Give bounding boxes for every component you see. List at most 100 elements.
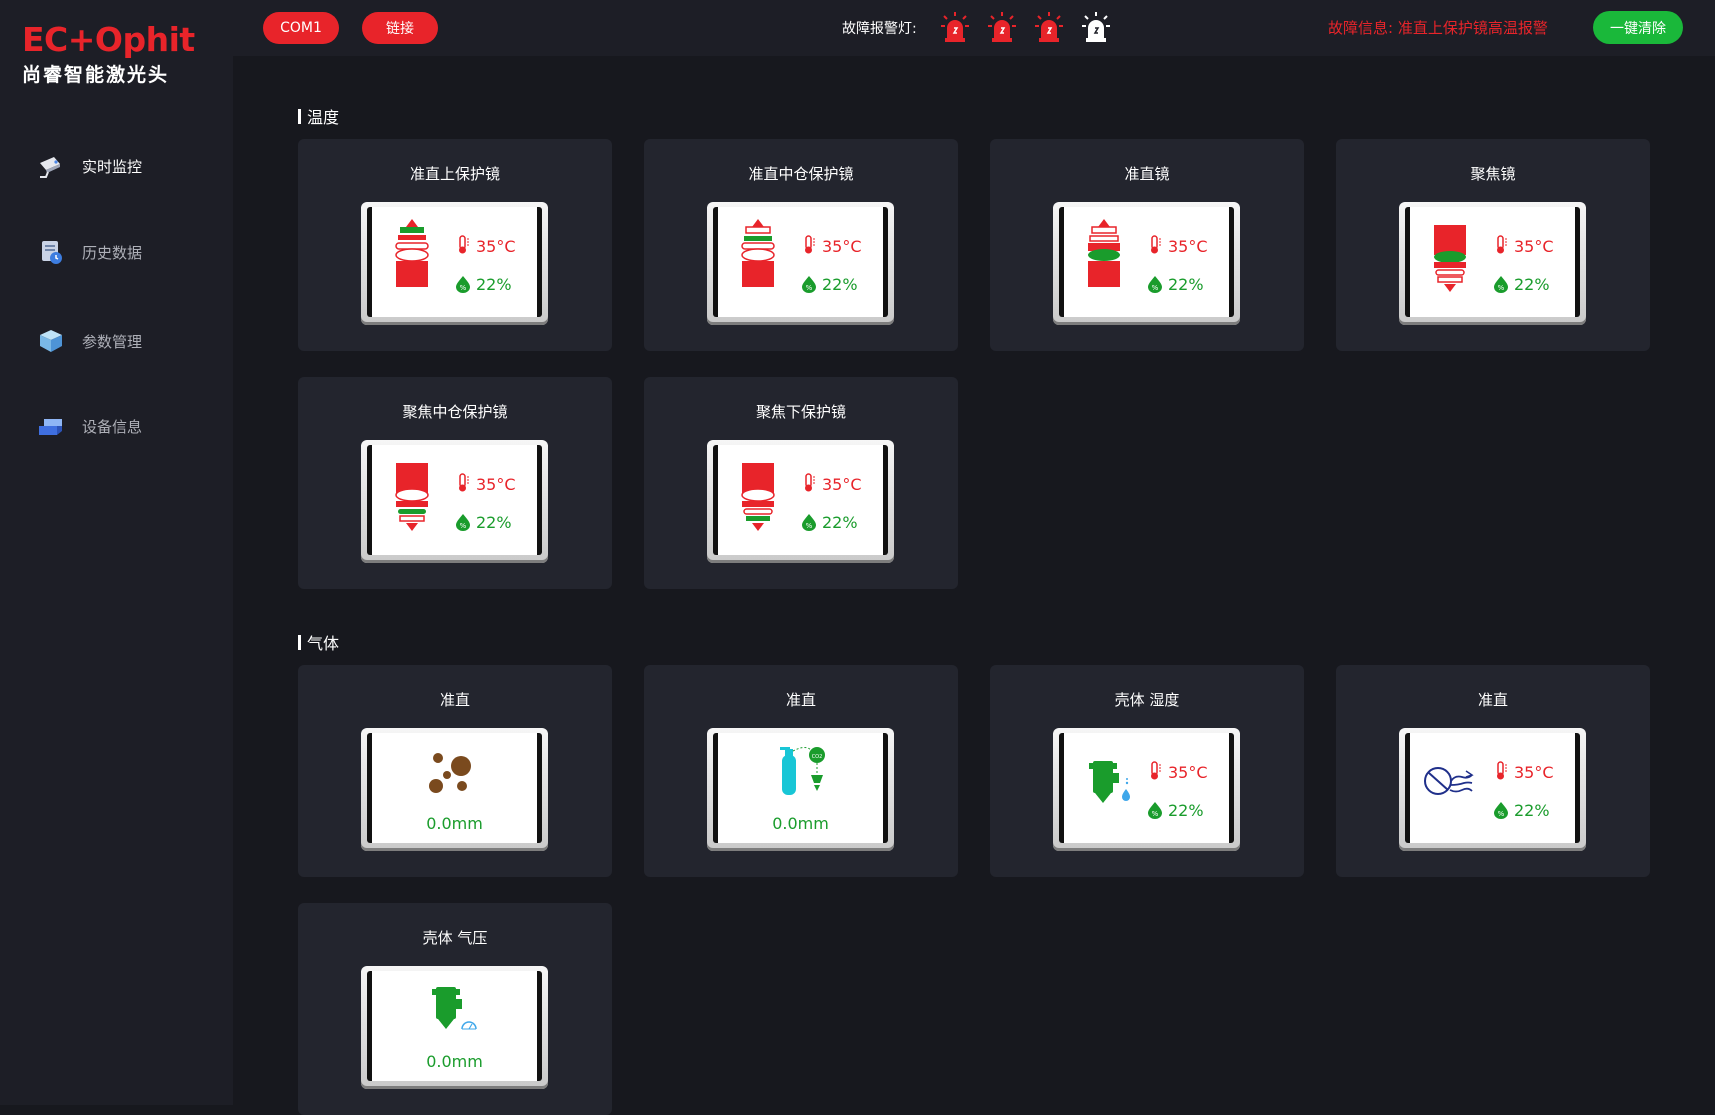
monitor-frame: 35°C % 22% <box>361 440 548 563</box>
monitor-frame: 35°C % 22% <box>707 440 894 563</box>
monitor-frame: 35°C % 22% <box>1053 728 1240 851</box>
com-port-button[interactable]: COM1 <box>263 12 339 44</box>
temperature-value: 35°C <box>822 475 862 494</box>
svg-text:%: % <box>460 522 467 530</box>
svg-text:CO2: CO2 <box>812 754 823 760</box>
alarm-lamp-icon <box>988 12 1016 42</box>
card-title: 壳体 气压 <box>422 929 488 947</box>
thermometer-icon <box>805 473 815 492</box>
monitor-screen: 35°C % 22% <box>1059 207 1234 317</box>
fault-info-text: 故障信息: 准直上保护镜高温报警 <box>1328 19 1548 37</box>
humidity-drop-icon: % <box>802 276 816 293</box>
card-title: 准直 <box>785 691 816 709</box>
thermometer-icon <box>1151 761 1161 780</box>
sidebar-item-label: 设备信息 <box>82 417 143 436</box>
section-marker <box>298 634 301 650</box>
card-title: 准直 <box>1477 691 1508 709</box>
monitor-screen: 35°C % 22% <box>1059 733 1234 843</box>
card-title: 聚焦下保护镜 <box>755 403 846 421</box>
temperature-value: 35°C <box>1514 763 1554 782</box>
monitor-screen: 0.0mm <box>367 971 542 1081</box>
section-marker <box>298 108 301 124</box>
humidity-value: 22% <box>1168 801 1204 820</box>
sidebar-item-label: 参数管理 <box>82 332 143 351</box>
monitor-frame: 35°C % 22% <box>1053 202 1240 325</box>
monitor-frame: CO2 0.0mm <box>707 728 894 851</box>
sensor-card-collimator-airflow[interactable]: 准直 35°C % 22% <box>1336 665 1650 877</box>
monitor-screen: 0.0mm <box>367 733 542 843</box>
thermometer-icon <box>805 235 815 254</box>
focus-bottom-lens-icon <box>741 463 775 531</box>
sensor-card-focus-mid-lens[interactable]: 聚焦中仓保护镜 35°C % 22% <box>298 377 612 589</box>
sidebar-item-history-data[interactable]: 历史数据 <box>36 232 216 272</box>
card-title: 准直镜 <box>1124 165 1170 183</box>
connect-button[interactable]: 链接 <box>362 12 438 44</box>
humidity-drop-icon: % <box>1494 802 1508 819</box>
card-title: 聚焦镜 <box>1470 165 1516 183</box>
sidebar-item-label: 实时监控 <box>82 157 143 176</box>
housing-humidity-icon <box>1089 761 1130 803</box>
temperature-value: 35°C <box>1514 237 1554 256</box>
card-title: 准直中仓保护镜 <box>748 165 854 183</box>
sidebar-item-parameter-management[interactable]: 参数管理 <box>36 321 216 361</box>
monitor-screen: 35°C % 22% <box>713 445 888 555</box>
monitor-screen: CO2 0.0mm <box>713 733 888 843</box>
sidebar-item-device-info[interactable]: 设备信息 <box>36 406 216 446</box>
monitor-frame: 0.0mm <box>361 966 548 1089</box>
thermometer-icon <box>1151 235 1161 254</box>
monitor-screen: 35°C % 22% <box>367 445 542 555</box>
humidity-drop-icon: % <box>1148 276 1162 293</box>
monitor-frame: 35°C % 22% <box>1399 202 1586 325</box>
monitor-screen: 35°C % 22% <box>713 207 888 317</box>
sidebar: EC+Ophit 尚睿智能激光头 实时监控 历史数据 参数管理 设备信息 <box>0 0 233 1105</box>
section-title-label: 温度 <box>307 108 340 127</box>
humidity-value: 22% <box>476 513 512 532</box>
humidity-value: 22% <box>1514 275 1550 294</box>
sensor-card-collimator-lens[interactable]: 准直镜 35°C % 22% <box>990 139 1304 351</box>
humidity-drop-icon: % <box>802 514 816 531</box>
monitor-frame: 35°C % 22% <box>361 202 548 325</box>
humidity-drop-icon: % <box>1494 276 1508 293</box>
brand-logo: EC+Ophit 尚睿智能激光头 <box>22 20 208 94</box>
svg-text:%: % <box>806 284 813 292</box>
sensor-card-collimator-mid-lens[interactable]: 准直中仓保护镜 35°C % 22% <box>644 139 958 351</box>
monitor-frame: 35°C % 22% <box>1399 728 1586 851</box>
thermometer-icon <box>1497 235 1507 254</box>
history-icon <box>36 237 66 267</box>
fan-airflow-icon <box>1424 767 1474 795</box>
measurement-value: 0.0mm <box>426 814 483 833</box>
top-bar: COM1 链接 故障报警灯: 故障信息: 准直上保护镜高温报警 一键清除 <box>233 0 1715 56</box>
card-title: 准直 <box>439 691 470 709</box>
sensor-card-housing-humidity[interactable]: 壳体 湿度 35°C % 22% <box>990 665 1304 877</box>
sensor-card-collimator-top-lens[interactable]: 准直上保护镜 35°C % 22% <box>298 139 612 351</box>
temperature-value: 35°C <box>822 237 862 256</box>
svg-text:%: % <box>1498 284 1505 292</box>
temperature-value: 35°C <box>1168 763 1208 782</box>
sensor-card-focus-bottom-lens[interactable]: 聚焦下保护镜 35°C % 22% <box>644 377 958 589</box>
monitor-screen: 35°C % 22% <box>367 207 542 317</box>
temperature-value: 35°C <box>476 237 516 256</box>
sensor-card-collimator-dust[interactable]: 准直 0.0mm <box>298 665 612 877</box>
sensor-card-collimator-gas[interactable]: 准直 CO2 0.0mm <box>644 665 958 877</box>
alarm-lamp-icon <box>941 12 969 42</box>
focus-lens-icon <box>1434 225 1466 292</box>
thermometer-icon <box>459 473 469 492</box>
card-title: 聚焦中仓保护镜 <box>402 403 508 421</box>
cube-icon <box>36 326 66 356</box>
section-title-temperature: 温度 <box>298 104 339 128</box>
clear-all-button[interactable]: 一键清除 <box>1593 11 1683 44</box>
humidity-value: 22% <box>476 275 512 294</box>
collimator-top-lens-icon <box>395 219 429 287</box>
focus-mid-lens-icon <box>395 463 429 531</box>
monitor-frame: 0.0mm <box>361 728 548 851</box>
temperature-value: 35°C <box>476 475 516 494</box>
measurement-value: 0.0mm <box>426 1052 483 1071</box>
device-icon <box>36 411 66 441</box>
collimator-mid-lens-icon <box>741 219 775 287</box>
sidebar-item-realtime-monitor[interactable]: 实时监控 <box>36 146 216 186</box>
sensor-card-housing-pressure[interactable]: 壳体 气压 0.0mm <box>298 903 612 1115</box>
measurement-value: 0.0mm <box>772 814 829 833</box>
svg-text:%: % <box>1498 810 1505 818</box>
sensor-card-focus-lens[interactable]: 聚焦镜 35°C % 22% <box>1336 139 1650 351</box>
svg-text:%: % <box>1152 284 1159 292</box>
